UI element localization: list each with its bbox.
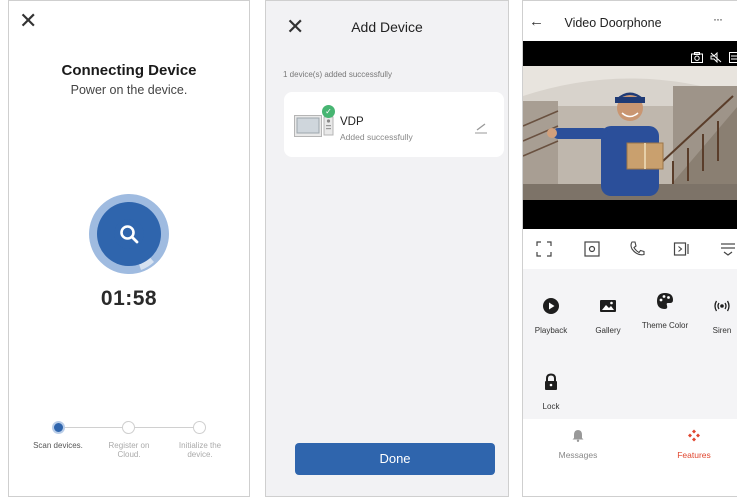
page-subtitle: Power on the device.	[70, 83, 188, 97]
gallery-icon	[600, 300, 616, 312]
video-overlay-controls	[691, 52, 737, 63]
device-name: VDP	[340, 116, 364, 128]
added-count-text: 1 device(s) added successfully	[283, 70, 392, 79]
feature-gallery[interactable]: Gallery	[583, 297, 633, 335]
bell-icon	[572, 430, 584, 442]
connecting-screen: ✕ Connecting Device Power on the device.…	[8, 0, 250, 497]
lock-icon	[545, 373, 557, 390]
add-device-screen: ✕ Add Device 1 device(s) added successfu…	[265, 0, 509, 497]
search-icon	[114, 219, 144, 249]
page-title: Connecting Device	[61, 62, 197, 79]
doorbell-camera-image	[523, 66, 737, 200]
play-icon	[543, 298, 559, 314]
feature-lock[interactable]: Lock	[526, 373, 576, 411]
features-grid: Playback Gallery Theme Color Siren Lock	[523, 269, 737, 419]
done-button[interactable]: Done	[295, 443, 495, 475]
palette-icon	[657, 293, 673, 309]
step-dot-initialize	[193, 421, 206, 434]
mute-icon[interactable]	[710, 52, 722, 63]
step-dot-register	[122, 421, 135, 434]
feature-label: Lock	[542, 402, 560, 411]
features-icon	[688, 429, 700, 442]
countdown-timer: 01:58	[100, 287, 158, 310]
feature-label: Playback	[534, 326, 568, 335]
feature-label: Siren	[712, 326, 732, 335]
video-doorphone-screen: ← Video Doorphone ··· Playback Gallery T…	[522, 0, 737, 497]
snapshot-icon[interactable]	[583, 240, 601, 258]
nav-features[interactable]: Features	[659, 429, 729, 460]
scanning-indicator	[89, 194, 169, 274]
device-card[interactable]: ✓ VDP Added successfully	[284, 92, 504, 157]
page-title: Video Doorphone	[564, 16, 662, 30]
video-feed[interactable]	[523, 41, 737, 229]
call-icon[interactable]	[628, 240, 646, 258]
nav-label: Messages	[558, 450, 598, 460]
nav-label: Features	[677, 450, 711, 460]
video-control-bar	[523, 229, 737, 269]
feature-theme-color[interactable]: Theme Color	[640, 292, 690, 330]
device-status: Added successfully	[340, 132, 413, 142]
record-icon[interactable]	[673, 240, 691, 258]
bottom-nav: Messages Features	[523, 419, 737, 496]
step-dot-scan	[52, 421, 65, 434]
step-label-register: Register on Cloud.	[108, 441, 150, 459]
app-header: ← Video Doorphone ···	[523, 1, 737, 41]
success-check-icon: ✓	[322, 105, 335, 118]
step-label-initialize: Initialize the device.	[178, 441, 222, 459]
more-controls-icon[interactable]	[719, 240, 737, 258]
step-label-scan: Scan devices.	[33, 441, 83, 450]
feature-playback[interactable]: Playback	[526, 297, 576, 335]
siren-icon	[714, 300, 730, 312]
more-options-icon[interactable]: ···	[713, 12, 723, 26]
feature-label: Theme Color	[641, 321, 689, 330]
feature-label: Gallery	[595, 326, 621, 335]
feature-siren[interactable]: Siren	[697, 297, 737, 335]
camera-icon[interactable]	[691, 52, 703, 63]
edit-icon[interactable]	[474, 122, 488, 134]
menu-icon[interactable]	[729, 52, 737, 63]
page-title: Add Device	[351, 19, 423, 35]
intercom-device-icon	[294, 115, 334, 137]
nav-messages[interactable]: Messages	[543, 429, 613, 460]
fullscreen-icon[interactable]	[535, 240, 553, 258]
close-icon[interactable]: ✕	[19, 10, 37, 32]
